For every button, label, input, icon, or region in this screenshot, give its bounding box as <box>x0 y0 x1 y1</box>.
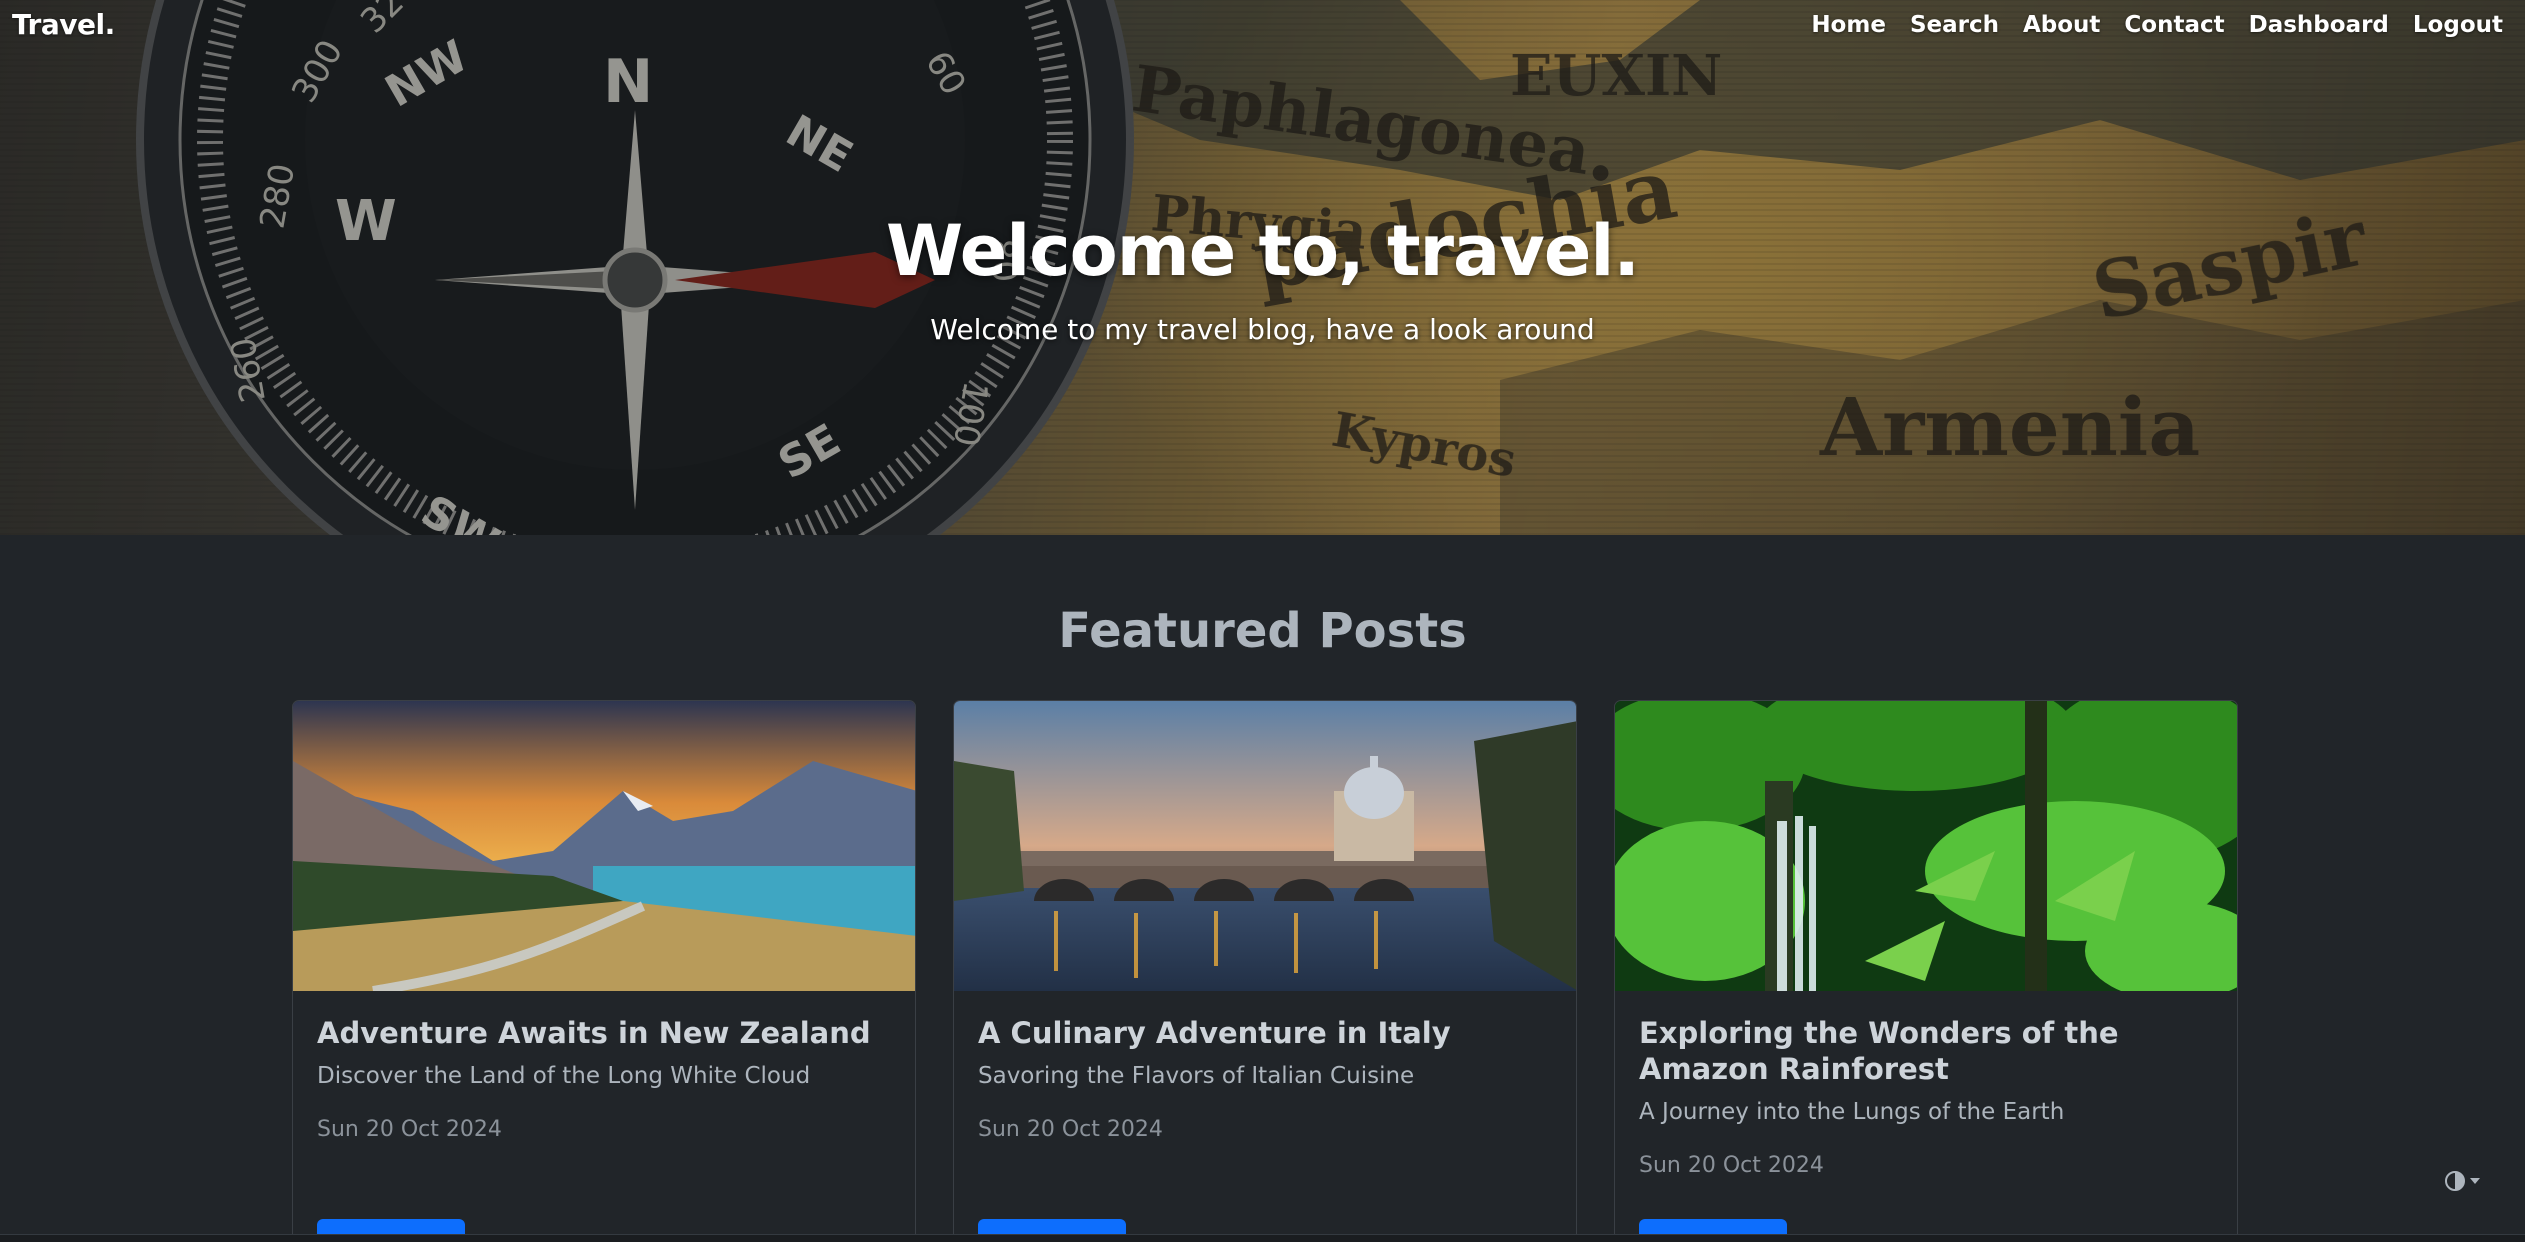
nav-search[interactable]: Search <box>1910 12 1999 38</box>
post-date: Sun 20 Oct 2024 <box>1639 1153 1824 1178</box>
hero-banner: Paphlagonea EUXIN padochia Saspir Armeni… <box>0 0 2525 535</box>
post-subtitle: Savoring the Flavors of Italian Cuisine <box>978 1063 1415 1089</box>
post-image-amazon[interactable] <box>1615 701 2238 991</box>
post-subtitle: A Journey into the Lungs of the Earth <box>1639 1099 2065 1125</box>
featured-posts-heading: Featured Posts <box>1058 603 1467 659</box>
post-subtitle: Discover the Land of the Long White Clou… <box>317 1063 811 1089</box>
post-date: Sun 20 Oct 2024 <box>978 1117 1163 1142</box>
hero-subtitle: Welcome to my travel blog, have a look a… <box>930 313 1595 346</box>
caret-down-icon <box>2470 1178 2480 1184</box>
post-title[interactable]: Adventure Awaits in New Zealand <box>317 1015 891 1051</box>
nav-about[interactable]: About <box>2023 12 2100 38</box>
post-card: Exploring the Wonders of the Amazon Rain… <box>1614 700 2238 1242</box>
theme-toggle[interactable] <box>2444 1170 2481 1192</box>
circle-half-icon <box>2445 1171 2465 1191</box>
nav-dashboard[interactable]: Dashboard <box>2249 12 2389 38</box>
nav-contact[interactable]: Contact <box>2124 12 2224 38</box>
featured-posts-list: Adventure Awaits in New Zealand Discover… <box>292 700 2238 1242</box>
hero-title: Welcome to, travel. <box>886 210 1640 292</box>
nav-home[interactable]: Home <box>1811 12 1886 38</box>
post-title[interactable]: A Culinary Adventure in Italy <box>978 1015 1552 1051</box>
post-image-italy[interactable] <box>954 701 1577 991</box>
post-title[interactable]: Exploring the Wonders of the Amazon Rain… <box>1639 1015 2213 1087</box>
post-image-new-zealand[interactable] <box>293 701 916 991</box>
nav-logout[interactable]: Logout <box>2413 12 2503 38</box>
post-card: Adventure Awaits in New Zealand Discover… <box>292 700 916 1242</box>
horizontal-scrollbar[interactable] <box>0 1234 2525 1242</box>
brand-logo[interactable]: Travel. <box>12 8 115 41</box>
post-date: Sun 20 Oct 2024 <box>317 1117 502 1142</box>
main-nav: Home Search About Contact Dashboard Logo… <box>1811 12 2503 38</box>
post-card: A Culinary Adventure in Italy Savoring t… <box>953 700 1577 1242</box>
